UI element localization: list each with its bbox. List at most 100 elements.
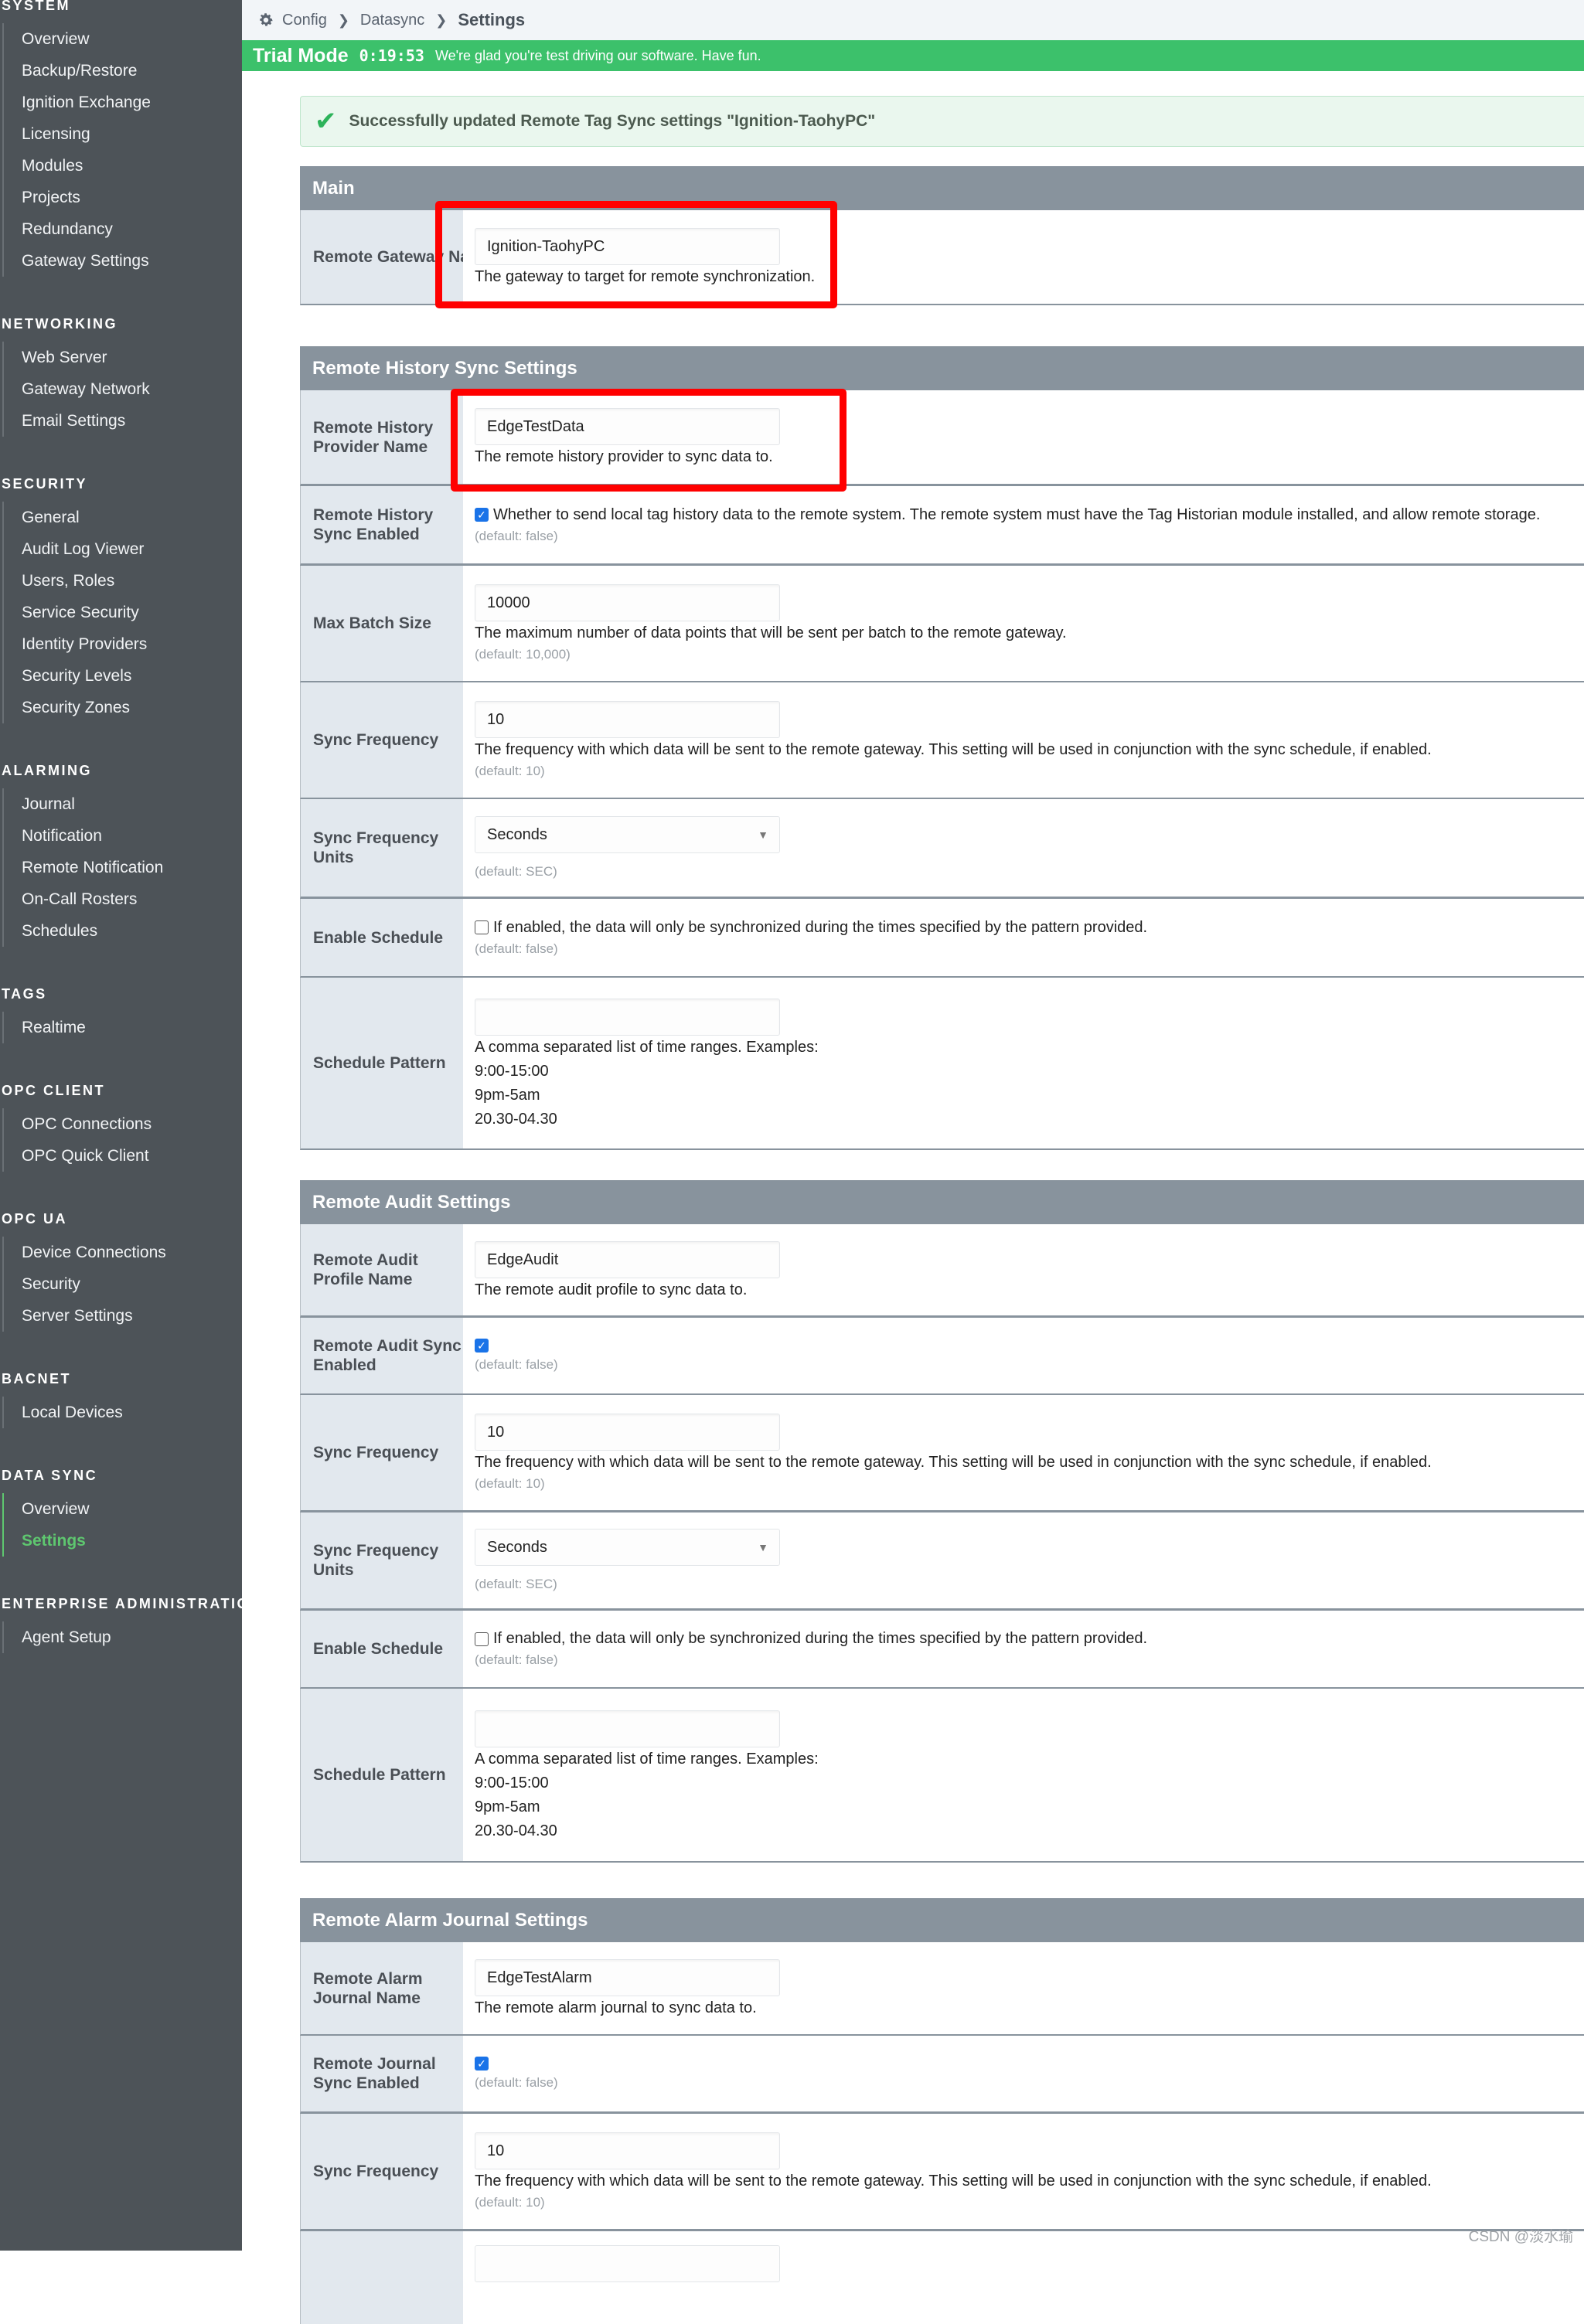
sidebar-item-device-connections[interactable]: Device Connections	[22, 1237, 166, 1268]
setting-row-sync-units	[300, 2231, 1584, 2324]
sidebar-item-redundancy[interactable]: Redundancy	[22, 213, 151, 245]
nav-list: Realtime	[2, 1012, 86, 1043]
nav-list: Overview Backup/Restore Ignition Exchange L…	[2, 23, 151, 277]
sidebar-item-audit-log-viewer[interactable]: Audit Log Viewer	[22, 533, 147, 565]
sidebar-item-security-zones[interactable]: Security Zones	[22, 692, 147, 723]
pattern-example: 9:00-15:00	[475, 1062, 549, 1080]
sidebar-item-overview[interactable]: Overview	[22, 1493, 97, 1525]
sidebar-item-overview[interactable]: Overview	[22, 23, 151, 55]
sidebar-item-local-devices[interactable]: Local Devices	[22, 1397, 123, 1428]
sidebar-item-schedules[interactable]: Schedules	[22, 915, 163, 947]
setting-label: Remote Journal Sync Enabled	[301, 2036, 463, 2111]
section-title: Remote Audit Settings	[300, 1180, 1584, 1224]
setting-row-sync-frequency: Sync Frequency 10 The frequency with whi…	[300, 1395, 1584, 1512]
setting-label: Schedule Pattern	[301, 1689, 463, 1861]
nav-group: SYSTEM Overview Backup/Restore Ignition Exc…	[0, 0, 151, 277]
caret-down-icon: ▼	[758, 829, 768, 841]
select-value: Seconds	[487, 1539, 547, 1556]
gateway-name-input[interactable]: Ignition-TaohyPC	[475, 228, 780, 265]
sidebar-item-realtime[interactable]: Realtime	[22, 1012, 86, 1043]
setting-row-sync-units: Sync Frequency Units Seconds ▼ (default:…	[300, 799, 1584, 899]
sidebar-item-opc-quick-client[interactable]: OPC Quick Client	[22, 1140, 152, 1172]
sync-frequency-input[interactable]: 10	[475, 701, 780, 738]
caret-down-icon: ▼	[758, 1541, 768, 1553]
schedule-pattern-input[interactable]	[475, 1710, 780, 1747]
sidebar-item-security-levels[interactable]: Security Levels	[22, 660, 147, 692]
sidebar-item-remote-notification[interactable]: Remote Notification	[22, 852, 163, 883]
sidebar-item-web-server[interactable]: Web Server	[22, 342, 150, 373]
history-provider-input[interactable]: EdgeTestData	[475, 408, 780, 445]
sync-frequency-input[interactable]: 10	[475, 2132, 780, 2169]
setting-label: Sync Frequency Units	[301, 799, 463, 897]
nav-group-header: DATA SYNC	[2, 1468, 98, 1483]
setting-label: Sync Frequency	[301, 682, 463, 798]
nav-group-header: OPC UA	[2, 1211, 68, 1227]
setting-row-alarm-journal: Remote Alarm Journal Name EdgeTestAlarm …	[300, 1942, 1584, 2036]
setting-default: (default: 10)	[475, 1476, 545, 1491]
breadcrumb-datasync[interactable]: Datasync	[360, 12, 424, 29]
check-icon: ✔	[315, 107, 337, 136]
nav-list: Device Connections Security Server Setting…	[2, 1237, 166, 1332]
setting-row-enable-schedule: Enable Schedule If enabled, the data wil…	[300, 1611, 1584, 1689]
breadcrumb-config[interactable]: Config	[282, 12, 327, 29]
audit-enabled-checkbox[interactable]: ✓	[475, 1339, 489, 1353]
nav-group: OPC UA Device Connections Security Server S…	[0, 1207, 166, 1332]
setting-help: A comma separated list of time ranges. E…	[475, 1038, 819, 1056]
pattern-example: 9:00-15:00	[475, 1774, 549, 1791]
max-batch-size-input[interactable]: 10000	[475, 584, 780, 621]
sidebar-item-gateway-network[interactable]: Gateway Network	[22, 373, 150, 405]
sidebar-item-notification[interactable]: Notification	[22, 820, 163, 852]
sidebar-item-agent-setup[interactable]: Agent Setup	[22, 1621, 242, 1653]
setting-default: (default: false)	[475, 941, 558, 956]
nav-list: Local Devices	[2, 1397, 123, 1428]
sidebar-item-gateway-settings[interactable]: Gateway Settings	[22, 245, 151, 277]
sidebar-item-opc-connections[interactable]: OPC Connections	[22, 1108, 152, 1140]
sidebar-item-backup-restore[interactable]: Backup/Restore	[22, 55, 151, 87]
setting-row-journal-enabled: Remote Journal Sync Enabled ✓ (default: …	[300, 2036, 1584, 2114]
sidebar-item-settings[interactable]: Settings	[22, 1525, 97, 1557]
sidebar-item-modules[interactable]: Modules	[22, 150, 151, 182]
setting-row-audit-enabled: Remote Audit Sync Enabled ✓ (default: fa…	[300, 1318, 1584, 1395]
main-section: Main Remote Gateway Name Ignition-TaohyP…	[300, 166, 1584, 305]
setting-label: Max Batch Size	[301, 566, 463, 681]
alarm-journal-input[interactable]: EdgeTestAlarm	[475, 1959, 780, 1996]
sidebar-item-email-settings[interactable]: Email Settings	[22, 405, 150, 437]
setting-help: The remote history provider to sync data…	[475, 448, 773, 465]
sync-frequency-input[interactable]: 10	[475, 1414, 780, 1451]
audit-section: Remote Audit Settings Remote Audit Profi…	[300, 1180, 1584, 1863]
audit-profile-input[interactable]: EdgeAudit	[475, 1240, 780, 1278]
sidebar-item-licensing[interactable]: Licensing	[22, 118, 151, 150]
setting-label: Remote Audit Profile Name	[301, 1224, 463, 1315]
sync-units-select[interactable]: Seconds ▼	[475, 816, 780, 853]
sidebar-item-security[interactable]: Security	[22, 1268, 166, 1300]
setting-default: (default: false)	[475, 1652, 558, 1667]
setting-help: The gateway to target for remote synchro…	[475, 268, 816, 285]
setting-help: Whether to send local tag history data t…	[493, 505, 1541, 523]
nav-list: General Audit Log Viewer Users, Roles Servi…	[2, 502, 147, 723]
success-alert: ✔ Successfully updated Remote Tag Sync s…	[300, 96, 1584, 147]
nav-group-header: TAGS	[2, 986, 47, 1002]
setting-help: The frequency with which data will be se…	[475, 2173, 1432, 2190]
sidebar-item-journal[interactable]: Journal	[22, 788, 163, 820]
sidebar-item-users-roles[interactable]: Users, Roles	[22, 565, 147, 597]
enable-schedule-checkbox[interactable]	[475, 920, 489, 934]
schedule-pattern-input[interactable]	[475, 998, 780, 1036]
sidebar-item-ignition-exchange[interactable]: Ignition Exchange	[22, 87, 151, 118]
sidebar-item-server-settings[interactable]: Server Settings	[22, 1300, 166, 1332]
sync-units-select[interactable]	[475, 2245, 780, 2282]
journal-enabled-checkbox[interactable]: ✓	[475, 2057, 489, 2071]
enable-schedule-checkbox[interactable]	[475, 1632, 489, 1646]
setting-help: The remote alarm journal to sync data to…	[475, 1999, 757, 2016]
setting-help: The frequency with which data will be se…	[475, 1454, 1432, 1471]
sync-units-select[interactable]: Seconds ▼	[475, 1529, 780, 1566]
setting-row-gateway-name: Remote Gateway Name Ignition-TaohyPC The…	[300, 210, 1584, 305]
sidebar-item-identity-providers[interactable]: Identity Providers	[22, 628, 147, 660]
nav-list: OPC Connections OPC Quick Client	[2, 1108, 152, 1172]
nav-group: NETWORKING Web Server Gateway Network Email…	[0, 312, 150, 437]
sidebar-item-service-security[interactable]: Service Security	[22, 597, 147, 628]
history-enabled-checkbox[interactable]: ✓	[475, 508, 489, 522]
setting-row-sync-frequency: Sync Frequency 10 The frequency with whi…	[300, 2114, 1584, 2231]
sidebar-item-general[interactable]: General	[22, 502, 147, 533]
sidebar-item-on-call-rosters[interactable]: On-Call Rosters	[22, 883, 163, 915]
sidebar-item-projects[interactable]: Projects	[22, 182, 151, 213]
